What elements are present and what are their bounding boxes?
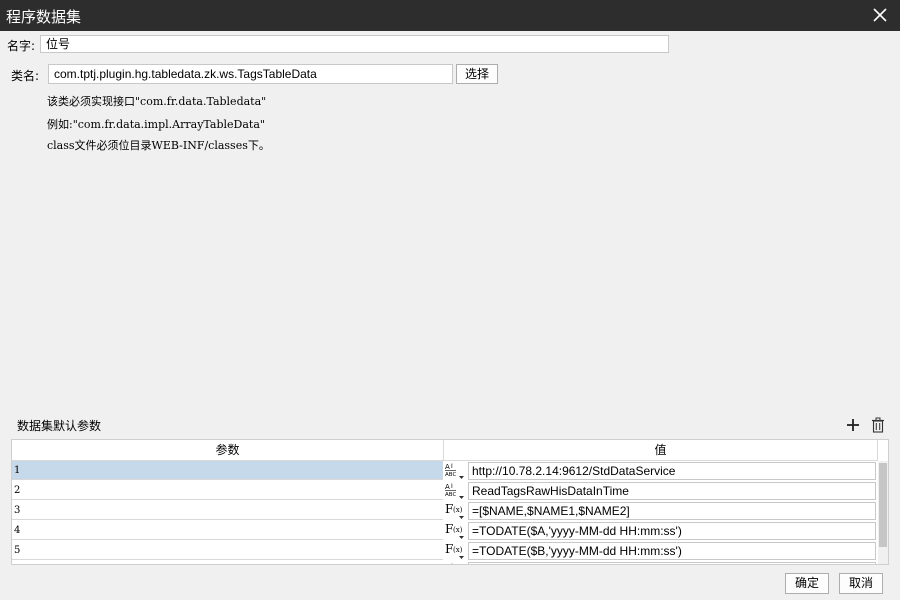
svg-text:ABC: ABC (445, 492, 456, 498)
param-value-cell[interactable]: ReadTagsRawHisDataInTime (468, 482, 876, 500)
svg-text:ABC: ABC (445, 472, 456, 478)
table-row[interactable]: 1 A I ABC http://10.78.2.14:9612/StdDataServ… (12, 461, 878, 481)
plus-icon[interactable] (845, 417, 861, 433)
param-value-cell[interactable]: =[$NAME,$NAME1,$NAME2] (468, 502, 876, 520)
table-row[interactable]: 5 F (x) =TODATE($B,'yyyy-MM-dd HH:mm:ss') (12, 541, 878, 561)
close-icon[interactable] (868, 3, 892, 27)
params-table: 参数 值 1 A I ABC http://10.78.2.14:9612/StdDat… (11, 439, 889, 565)
param-name-cell[interactable] (12, 561, 443, 564)
param-name-cell[interactable]: 1 (12, 461, 443, 480)
formula-icon[interactable]: F (x) (444, 521, 466, 540)
svg-text:(x): (x) (453, 526, 463, 534)
svg-text:I: I (451, 483, 453, 490)
param-name-cell[interactable]: 3 (12, 501, 443, 520)
name-input[interactable]: 位号 (40, 35, 669, 53)
svg-text:(x): (x) (453, 506, 463, 514)
table-header: 参数 值 (12, 440, 878, 461)
text-type-icon[interactable]: AI ABC (444, 481, 466, 500)
table-row[interactable]: 2 A I ABC ReadTagsRawHisDataInTime (12, 481, 878, 501)
class-label: 类名: (11, 69, 40, 83)
class-name-input[interactable]: com.tptj.plugin.hg.tabledata.zk.ws.TagsT… (48, 64, 453, 84)
svg-text:I: I (451, 563, 453, 565)
params-section-title: 数据集默认参数 (17, 419, 102, 433)
svg-text:A: A (445, 463, 450, 471)
scrollbar-thumb[interactable] (879, 463, 887, 547)
name-label: 名字: (7, 39, 36, 53)
text-type-icon[interactable]: AIABC (444, 561, 466, 565)
note-line-3: class文件必须位目录WEB-INF/classes下。 (47, 139, 270, 152)
param-value-cell[interactable]: http://10.78.2.14:9612/StdDataService (468, 462, 876, 480)
vertical-scrollbar[interactable] (878, 461, 888, 564)
svg-text:I: I (451, 463, 453, 470)
column-header-param[interactable]: 参数 (12, 440, 444, 460)
window-title: 程序数据集 (6, 8, 82, 26)
svg-text:A: A (445, 483, 450, 491)
table-row[interactable]: AIABC (12, 561, 878, 565)
param-name-cell[interactable]: 4 (12, 521, 443, 540)
param-value-cell[interactable] (468, 562, 876, 564)
table-row[interactable]: 4 F (x) =TODATE($A,'yyyy-MM-dd HH:mm:ss') (12, 521, 878, 541)
column-header-value[interactable]: 值 (444, 440, 878, 460)
note-line-1: 该类必须实现接口"com.fr.data.Tabledata" (47, 95, 267, 108)
ok-button[interactable]: 确定 (785, 573, 829, 594)
formula-icon[interactable]: F (x) (444, 541, 466, 560)
cancel-button[interactable]: 取消 (839, 573, 883, 594)
select-button[interactable]: 选择 (456, 64, 498, 84)
trash-icon[interactable] (870, 417, 886, 433)
svg-text:(x): (x) (453, 546, 463, 554)
param-name-cell[interactable]: 5 (12, 541, 443, 560)
param-value-cell[interactable]: =TODATE($A,'yyyy-MM-dd HH:mm:ss') (468, 522, 876, 540)
text-type-icon[interactable]: AI ABC (444, 461, 466, 480)
formula-icon[interactable]: F (x) (444, 501, 466, 520)
param-value-cell[interactable]: =TODATE($B,'yyyy-MM-dd HH:mm:ss') (468, 542, 876, 560)
title-bar: 程序数据集 (0, 0, 900, 31)
table-row[interactable]: 3 F (x) =[$NAME,$NAME1,$NAME2] (12, 501, 878, 521)
param-name-cell[interactable]: 2 (12, 481, 443, 500)
svg-text:A: A (445, 563, 450, 565)
note-line-2: 例如:"com.fr.data.impl.ArrayTableData" (47, 118, 265, 131)
